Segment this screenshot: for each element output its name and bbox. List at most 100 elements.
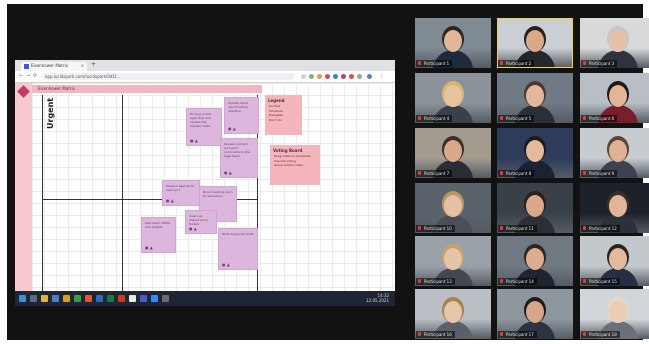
extension-icon[interactable] — [301, 74, 306, 79]
browser-menu-icon[interactable]: ⋮ — [379, 73, 384, 79]
participant-video-tile[interactable]: Participant 12 — [580, 183, 649, 233]
participant-video-tile[interactable]: Participant 18 — [580, 289, 649, 339]
sticky-note[interactable]: Prepare agenda for next sync ● ▲ — [163, 181, 199, 205]
participant-face — [526, 301, 544, 323]
whiteboard-app: Eisenhower Matrix Urgent Fix bug on the … — [15, 83, 395, 291]
legend-panel[interactable]: Legend Do first Schedule Delegate Don't … — [265, 95, 302, 135]
participant-video-tile[interactable]: Participant 13 — [415, 236, 491, 286]
muted-mic-icon — [583, 61, 586, 65]
participant-name-text: Participant 14 — [506, 279, 534, 284]
participant-video-tile[interactable]: Participant 6 — [580, 73, 649, 123]
sticky-note[interactable]: Plan team offsite and budget ● ▲ — [142, 218, 175, 252]
voting-list: Drag notes to quadrants Use dot voting G… — [274, 154, 311, 168]
participant-name: Participant 4 — [416, 115, 453, 122]
participant-video-tile[interactable]: Participant 2 — [497, 18, 573, 68]
tab-title: Eisenhower Matrix — [31, 63, 68, 68]
muted-mic-icon — [583, 226, 586, 230]
participant-video-tile[interactable]: Participant 7 — [415, 128, 491, 178]
note-footer: ● ▲ — [189, 226, 197, 231]
participant-face — [609, 195, 627, 217]
browser-tabbar: Eisenhower Matrix × + — [15, 60, 395, 71]
start-icon[interactable] — [19, 295, 26, 302]
participant-video-tile[interactable]: Participant 10 — [415, 183, 491, 233]
voting-panel[interactable]: Voting Board Drag notes to quadrants Use… — [270, 145, 320, 185]
shared-screen: Eisenhower Matrix × + ← → ⟳ app.lucidspa… — [15, 60, 395, 306]
participant-face — [526, 195, 544, 217]
search-icon[interactable] — [30, 295, 37, 302]
address-bar: ← → ⟳ app.lucidspark.com/lucidspark/0d1f… — [15, 71, 395, 83]
close-icon[interactable]: × — [81, 63, 84, 68]
app-icon[interactable] — [63, 295, 70, 302]
extension-icon[interactable] — [357, 74, 362, 79]
app-icon[interactable] — [85, 295, 92, 302]
url-field[interactable]: app.lucidspark.com/lucidspark/0d1f... — [41, 73, 295, 80]
system-clock[interactable]: 14:32 12.05.2021 — [366, 293, 389, 303]
app-icon[interactable] — [74, 295, 81, 302]
app-icon[interactable] — [162, 295, 169, 302]
extension-icon[interactable] — [325, 74, 330, 79]
participant-name-text: Participant 11 — [506, 226, 534, 231]
participant-video-tile[interactable]: Participant 17 — [497, 289, 573, 339]
powerpoint-icon[interactable] — [118, 295, 125, 302]
reload-icon[interactable]: ⟳ — [33, 73, 37, 79]
folder-icon[interactable] — [41, 295, 48, 302]
note-text: Update client report before deadline — [228, 101, 249, 113]
participant-video-tile[interactable]: Participant 8 — [497, 128, 573, 178]
muted-mic-icon — [418, 116, 421, 120]
participant-video-tile[interactable]: Participant 4 — [415, 73, 491, 123]
participant-name: Participant 10 — [416, 225, 455, 232]
excel-icon[interactable] — [107, 295, 114, 302]
participant-name: Participant 9 — [581, 170, 618, 177]
word-icon[interactable] — [96, 295, 103, 302]
clock-date: 12.05.2021 — [366, 297, 389, 303]
axis-label-urgent: Urgent — [46, 97, 55, 129]
sticky-note[interactable]: Clean up shared drive folders ● ▲ — [186, 211, 216, 233]
muted-mic-icon — [418, 171, 421, 175]
participant-name-text: Participant 3 — [589, 61, 615, 66]
sticky-note[interactable]: Fix bug on the login flow and update the… — [187, 109, 221, 145]
participant-name: Participant 12 — [581, 225, 620, 232]
sticky-note[interactable]: Write blog post draft ● ▲ — [219, 229, 257, 269]
participant-video-tile[interactable]: Participant 14 — [497, 236, 573, 286]
participant-name: Participant 13 — [416, 278, 455, 285]
note-text: Plan team offsite and budget — [145, 221, 171, 229]
extension-icon[interactable] — [333, 74, 338, 79]
extension-icon[interactable] — [309, 74, 314, 79]
mail-icon[interactable] — [52, 295, 59, 302]
profile-avatar-icon[interactable] — [367, 74, 372, 79]
participant-face — [526, 140, 544, 162]
muted-mic-icon — [583, 171, 586, 175]
back-icon[interactable]: ← — [19, 73, 23, 79]
participant-video-tile[interactable]: Participant 11 — [497, 183, 573, 233]
extension-icon[interactable] — [341, 74, 346, 79]
muted-mic-icon — [418, 332, 421, 336]
participant-face — [609, 30, 627, 52]
participant-name-text: Participant 18 — [589, 332, 617, 337]
voting-item: Group similar ideas — [274, 163, 304, 167]
extension-icon[interactable] — [317, 74, 322, 79]
new-tab-button[interactable]: + — [91, 62, 96, 68]
browser-tab[interactable]: Eisenhower Matrix × — [21, 62, 87, 71]
sticky-note[interactable]: Update client report before deadline ● ▲ — [225, 98, 258, 133]
muted-mic-icon — [583, 332, 586, 336]
participant-video-tile[interactable]: Participant 15 — [580, 236, 649, 286]
chrome-icon[interactable] — [129, 295, 136, 302]
participant-video-tile[interactable]: Participant 1 — [415, 18, 491, 68]
legend-item: Don't do — [269, 117, 282, 122]
lucid-logo-icon[interactable] — [17, 85, 30, 98]
participant-name-text: Participant 12 — [589, 226, 617, 231]
teams-icon[interactable] — [140, 295, 147, 302]
participant-video-tile[interactable]: Participant 3 — [580, 18, 649, 68]
participant-video-tile[interactable]: Participant 9 — [580, 128, 649, 178]
legend-list: Do first Schedule Delegate Don't do — [269, 104, 283, 122]
participant-video-tile[interactable]: Participant 16 — [415, 289, 491, 339]
extension-icon[interactable] — [349, 74, 354, 79]
muted-mic-icon — [500, 332, 503, 336]
zoom-icon[interactable] — [151, 295, 158, 302]
participant-video-tile[interactable]: Participant 5 — [497, 73, 573, 123]
participant-name: Participant 16 — [416, 331, 455, 338]
participant-name: Participant 5 — [498, 115, 535, 122]
sticky-note[interactable]: Review contract and send comments to the… — [221, 139, 257, 177]
whiteboard-canvas[interactable]: Eisenhower Matrix Urgent Fix bug on the … — [32, 83, 395, 291]
forward-icon[interactable]: → — [26, 73, 30, 79]
